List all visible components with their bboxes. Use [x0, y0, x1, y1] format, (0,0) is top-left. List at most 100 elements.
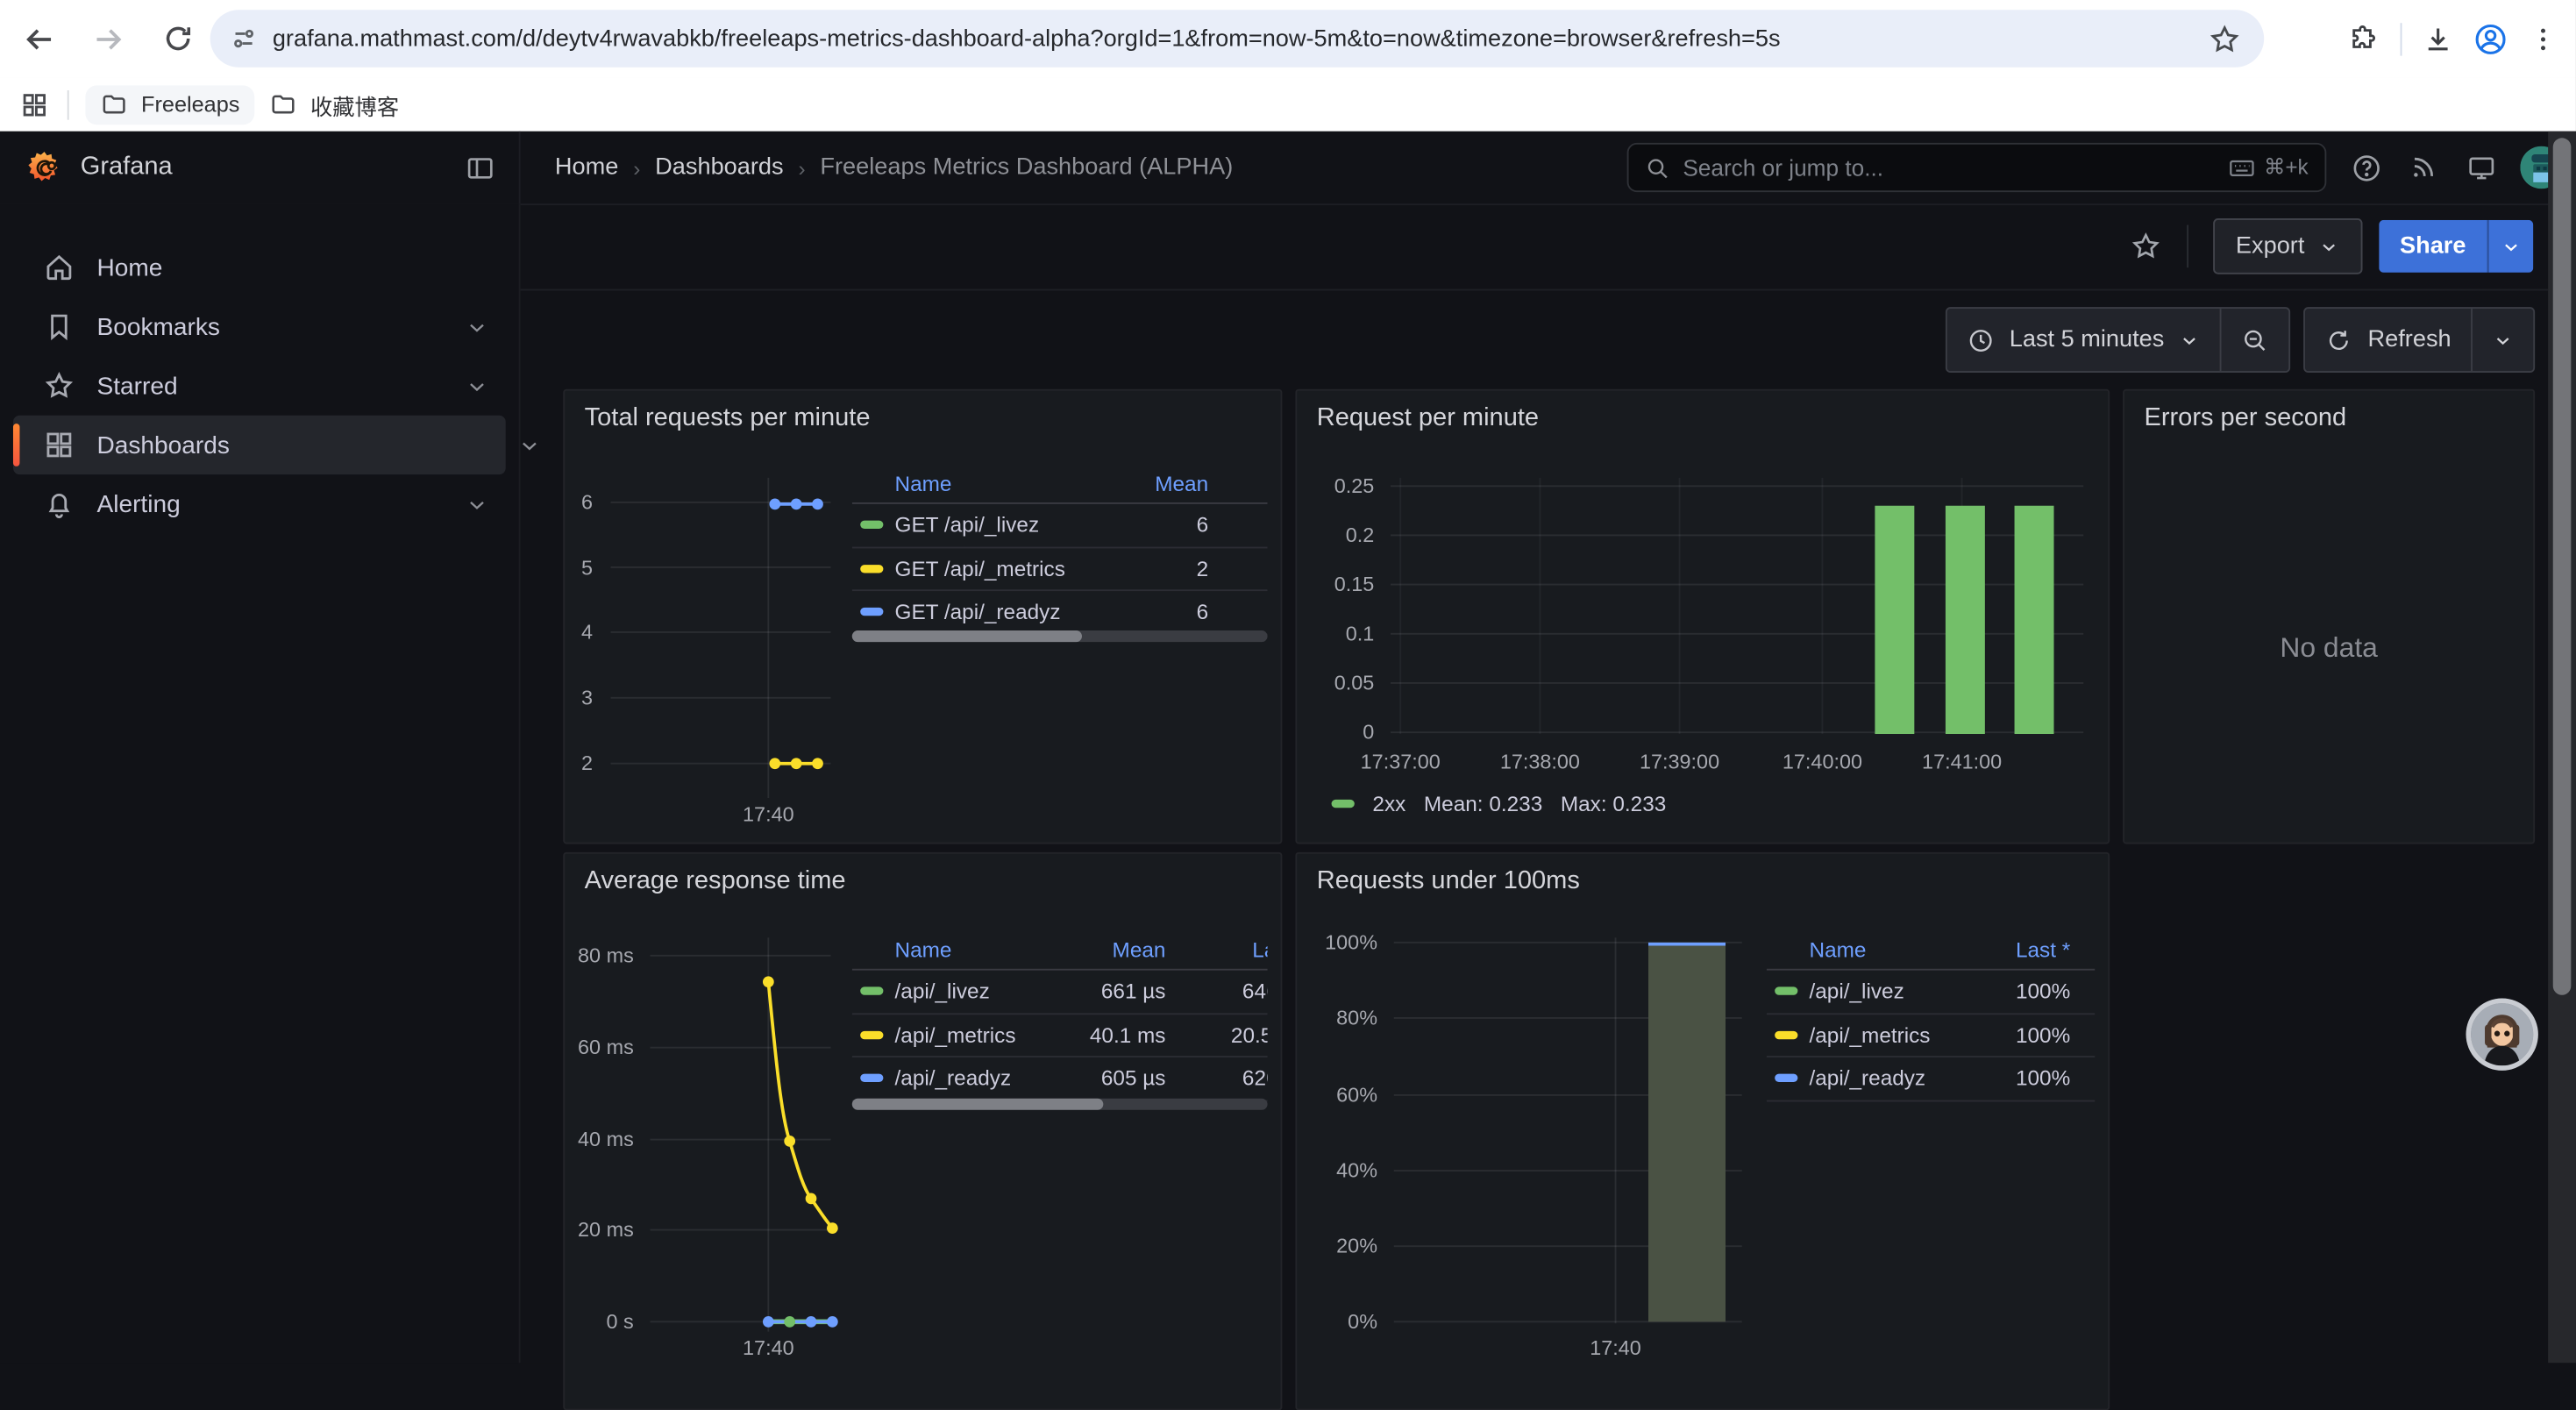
legend-col-last[interactable]: Last *: [1957, 936, 2070, 961]
bookmark-folder-freeleaps[interactable]: Freeleaps: [85, 84, 254, 124]
y-tick: 6: [565, 489, 593, 516]
series-name[interactable]: /api/_livez: [895, 979, 1084, 1003]
legend-header: Name Mean Last *: [852, 929, 1268, 971]
apps-grid-icon[interactable]: [19, 89, 49, 119]
chevron-down-icon[interactable]: [465, 374, 489, 398]
legend-scrollbar[interactable]: [852, 630, 1268, 642]
legend-col-name[interactable]: Name: [895, 936, 1084, 961]
y-tick: 0.25: [1308, 473, 1374, 499]
floating-assistant-avatar[interactable]: [2466, 998, 2537, 1070]
browser-forward-button[interactable]: [81, 11, 137, 67]
bookmarks-separator: [68, 89, 69, 119]
export-button[interactable]: Export: [2213, 218, 2362, 274]
legend-col-name[interactable]: Name: [895, 470, 1084, 495]
series-mean: 6: [1084, 600, 1208, 624]
zoom-out-button[interactable]: [2220, 309, 2289, 371]
page-scrollbar[interactable]: [2548, 132, 2576, 1363]
legend-row: GET /api/_livez 6: [852, 504, 1268, 548]
chevron-down-icon: [2501, 236, 2522, 257]
profile-button[interactable]: [2465, 12, 2517, 65]
series-name[interactable]: /api/_readyz: [1809, 1066, 1957, 1091]
legend-row: GET /api/_readyz 6: [852, 591, 1268, 635]
grafana-brand[interactable]: Grafana: [81, 153, 173, 182]
panel-title[interactable]: Errors per second: [2144, 404, 2346, 434]
search-input[interactable]: Search or jump to... ⌘+k: [1627, 143, 2327, 192]
help-button[interactable]: [2348, 149, 2384, 185]
browser-reload-button[interactable]: [149, 11, 205, 67]
time-range-picker[interactable]: Last 5 minutes: [1947, 309, 2220, 371]
browser-back-button[interactable]: [11, 11, 68, 67]
display-button[interactable]: [2463, 149, 2499, 185]
legend-col-last[interactable]: Last *: [1165, 936, 1267, 961]
series-mean: 661 µs: [1084, 979, 1166, 1003]
x-tick: 17:41:00: [1896, 749, 2028, 775]
refresh-label: Refresh: [2368, 327, 2451, 353]
breadcrumb-dashboards[interactable]: Dashboards: [655, 154, 783, 181]
zoom-out-icon: [2241, 326, 2269, 354]
sidebar-item-starred[interactable]: Starred: [13, 356, 506, 415]
series-name[interactable]: 2xx: [1372, 792, 1405, 816]
url-text[interactable]: grafana.mathmast.com/d/deytv4rwavabkb/fr…: [273, 25, 2209, 52]
bookmark-icon: [43, 310, 75, 343]
browser-address-bar[interactable]: grafana.mathmast.com/d/deytv4rwavabkb/fr…: [210, 10, 2264, 68]
legend-col-mean[interactable]: Mean: [1084, 936, 1166, 961]
series-name[interactable]: /api/_metrics: [895, 1022, 1084, 1047]
news-button[interactable]: [2405, 149, 2441, 185]
share-menu-button[interactable]: [2487, 220, 2533, 273]
y-tick: 0: [1308, 719, 1374, 745]
export-label: Export: [2236, 233, 2304, 260]
panel-errors-per-second: Errors per second No data: [2123, 389, 2535, 844]
share-button[interactable]: Share: [2379, 220, 2487, 273]
legend-col-name[interactable]: Name: [1809, 936, 1957, 961]
refresh-button[interactable]: Refresh: [2305, 309, 2471, 371]
scrollbar-thumb[interactable]: [2553, 138, 2572, 994]
bookmarks-bar: Freeleaps 收藏博客: [0, 77, 2576, 132]
x-tick: 17:38:00: [1475, 749, 1606, 775]
legend-header: Name Last *: [1767, 929, 2095, 971]
series-swatch-blue: [860, 1074, 883, 1082]
series-swatch-blue: [860, 608, 883, 616]
grafana-logo[interactable]: [26, 149, 62, 185]
legend-col-mean[interactable]: Mean: [1084, 470, 1208, 495]
series-mean: 605 µs: [1084, 1066, 1166, 1091]
extensions-button[interactable]: [2338, 12, 2390, 65]
panel-average-response-time: Average response time 8: [563, 852, 1282, 1410]
series-name[interactable]: GET /api/_livez: [895, 513, 1084, 538]
rss-icon: [2409, 153, 2438, 182]
refresh-interval-button[interactable]: [2471, 309, 2533, 371]
sidebar-item-alerting[interactable]: Alerting: [13, 474, 506, 533]
folder-icon: [269, 90, 297, 118]
chevron-down-icon[interactable]: [465, 492, 489, 516]
grafana-header: Grafana Home › Dashboards › Freeleaps Me…: [0, 132, 2576, 205]
series-name[interactable]: GET /api/_readyz: [895, 600, 1084, 624]
bookmark-star-icon[interactable]: [2209, 22, 2241, 54]
y-tick: 0.05: [1308, 670, 1374, 696]
bookmark-folder-blogs[interactable]: 收藏博客: [254, 84, 414, 124]
series-name[interactable]: /api/_metrics: [1809, 1022, 1957, 1047]
sidebar-item-dashboards[interactable]: Dashboards: [13, 416, 506, 474]
sidebar-item-home[interactable]: Home: [13, 239, 506, 297]
site-info-icon[interactable]: [230, 25, 258, 53]
series-name[interactable]: /api/_livez: [1809, 979, 1957, 1003]
y-tick: 20 ms: [565, 1217, 634, 1243]
series-last: 620 µs: [1165, 1066, 1267, 1091]
downloads-button[interactable]: [2412, 12, 2465, 65]
series-swatch-green: [860, 521, 883, 529]
series-last: 20.5 ms: [1165, 1022, 1267, 1047]
dock-sidebar-icon[interactable]: [465, 152, 496, 183]
breadcrumb-home[interactable]: Home: [555, 154, 618, 181]
series-name[interactable]: GET /api/_metrics: [895, 556, 1084, 580]
x-tick: 17:37:00: [1334, 749, 1466, 775]
x-tick: 17:40:00: [1757, 749, 1889, 775]
legend-scrollbar[interactable]: [852, 1099, 1268, 1110]
favorite-star-icon[interactable]: [2129, 230, 2161, 262]
chevron-down-icon[interactable]: [465, 315, 489, 339]
bookmark-folder-label: Freeleaps: [141, 92, 239, 117]
sidebar-item-bookmarks[interactable]: Bookmarks: [13, 297, 506, 356]
breadcrumb-separator: ›: [798, 155, 805, 180]
bell-icon: [43, 488, 75, 520]
chevron-down-icon: [2317, 236, 2338, 257]
series-name[interactable]: /api/_readyz: [895, 1066, 1084, 1091]
legend-row: /api/_readyz 605 µs 620 µs: [852, 1058, 1268, 1101]
browser-menu-button[interactable]: [2517, 12, 2570, 65]
